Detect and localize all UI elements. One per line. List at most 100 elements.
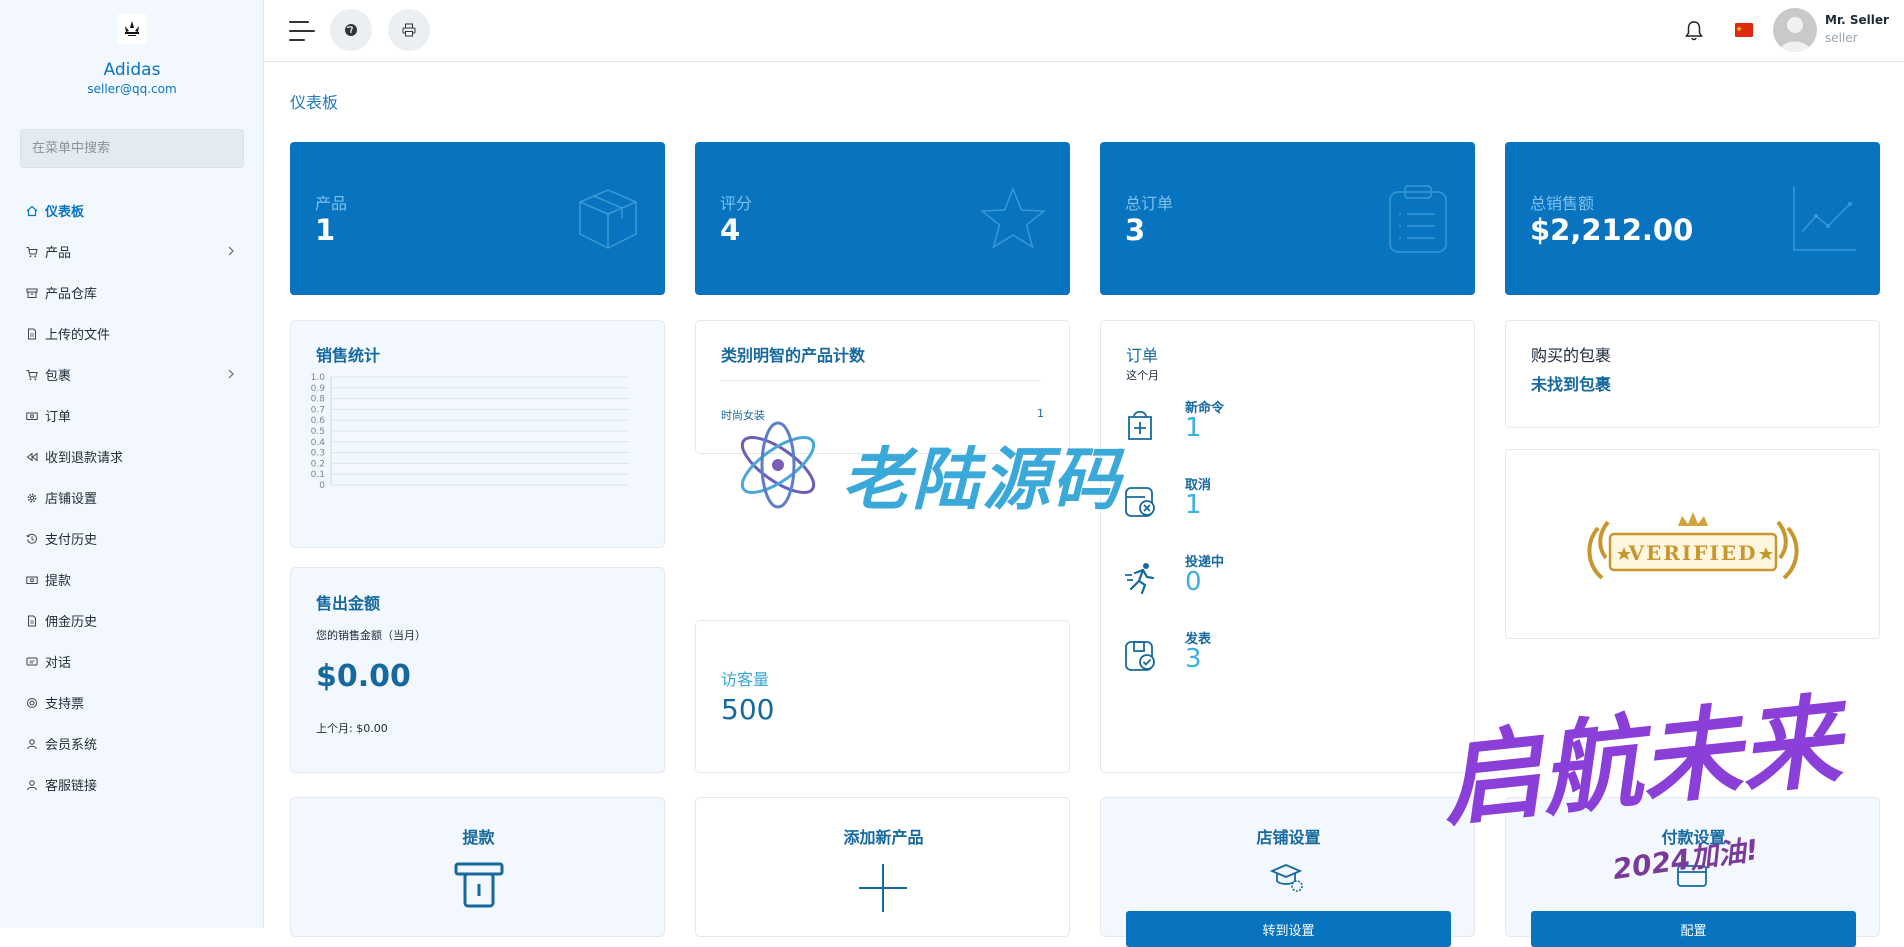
sidebar-item-label: 产品: [45, 246, 72, 261]
orders-subtitle: 这个月: [1126, 369, 1159, 382]
china-flag-icon[interactable]: [1735, 23, 1753, 37]
user-name: Mr. Seller: [1825, 13, 1889, 27]
sidebar-item-withdraw[interactable]: 提款: [0, 559, 264, 600]
chart-line-icon: [1793, 186, 1856, 251]
purchased-package-panel: 购买的包裹 未找到包裹: [1505, 320, 1880, 428]
shop-gear-icon: [1270, 864, 1303, 892]
sidebar-nav: 仪表板 产品 产品仓库 上传的文件 包裹 订单 收到退款请求 店铺设置 支付历史…: [0, 190, 264, 805]
sidebar-item-label: 支付历史: [45, 533, 98, 548]
orders-panel: 订单 这个月 新命令 1 取消 1 投递中 0 发表 3: [1100, 320, 1475, 773]
visitors-label: 访客量: [721, 670, 770, 689]
sidebar-item-label: 对话: [45, 656, 72, 671]
visitors-panel: 访客量 500: [695, 620, 1070, 773]
chart-y-tick-label: 0.8: [311, 395, 326, 405]
user-role: seller: [1825, 31, 1858, 45]
chart-y-tick-label: 1.0: [311, 373, 326, 383]
sidebar-item-support-tickets[interactable]: 支持票: [0, 682, 264, 723]
star-icon: [979, 187, 1047, 249]
sidebar-item-product-warehouse[interactable]: 产品仓库: [0, 272, 264, 313]
divider: [721, 380, 1041, 381]
stat-value: 4: [720, 213, 741, 247]
cart-icon: [26, 246, 38, 258]
no-package-text: 未找到包裹: [1531, 375, 1612, 394]
user-icon: [26, 738, 38, 750]
sidebar-item-label: 产品仓库: [45, 287, 98, 302]
sidebar-item-shop-settings[interactable]: 店铺设置: [0, 477, 264, 518]
stat-card-total-sales[interactable]: 总销售额 $2,212.00: [1505, 142, 1880, 295]
file-icon: [26, 615, 38, 627]
page-title: 仪表板: [290, 93, 339, 112]
sidebar: Adidas seller@qq.com 仪表板 产品 产品仓库 上传的文件 包…: [0, 0, 264, 928]
sidebar-item-orders[interactable]: 订单: [0, 395, 264, 436]
cart-icon: [26, 369, 38, 381]
user-avatar-icon: [1779, 17, 1811, 52]
quick-card-shop-settings[interactable]: 店铺设置 转到设置: [1100, 797, 1475, 947]
support-icon: [26, 697, 38, 709]
brand-logo[interactable]: [117, 14, 147, 44]
verified-badge-icon: VERIFIED: [1587, 512, 1799, 580]
atom-logo-icon: [740, 421, 816, 509]
order-item-delivered[interactable]: 发表 3: [1123, 628, 1323, 688]
chart-y-tick-label: 0.5: [311, 427, 325, 437]
brand-email: seller@qq.com: [87, 82, 177, 96]
stat-label: 评分: [720, 194, 753, 213]
panel-title: 类别明智的产品计数: [721, 346, 866, 365]
quick-card-add-product[interactable]: 添加新产品: [695, 797, 1070, 937]
sidebar-item-dashboard[interactable]: 仪表板: [0, 190, 264, 231]
bag-plus-icon: [1128, 410, 1152, 440]
stat-label: 总销售额: [1530, 194, 1595, 213]
menu-toggle-icon[interactable]: [288, 18, 316, 44]
home-icon: [26, 205, 38, 217]
sidebar-item-customer-service[interactable]: 客服链接: [0, 764, 264, 805]
sidebar-item-packages[interactable]: 包裹: [0, 354, 264, 395]
quick-card-title: 店铺设置: [1256, 828, 1321, 847]
money-icon: [26, 410, 38, 422]
sidebar-item-commission-history[interactable]: 佣金历史: [0, 600, 264, 641]
print-button[interactable]: [388, 9, 430, 51]
user-icon: [26, 779, 38, 791]
order-item-new[interactable]: 新命令 1: [1123, 397, 1323, 457]
topbar: Mr. Seller seller: [264, 0, 1904, 62]
order-item-value: 1: [1185, 490, 1202, 520]
brand-name: Adidas: [103, 60, 161, 80]
stat-value: 3: [1125, 213, 1146, 247]
configure-payment-button[interactable]: 配置: [1531, 911, 1856, 947]
sidebar-item-payment-history[interactable]: 支付历史: [0, 518, 264, 559]
bell-icon[interactable]: [1684, 20, 1704, 42]
order-item-value: 3: [1185, 644, 1202, 674]
button-label: 配置: [1680, 924, 1707, 939]
stat-card-products[interactable]: 产品 1: [290, 142, 665, 295]
order-item-delivering[interactable]: 投递中 0: [1123, 551, 1323, 611]
sidebar-item-conversations[interactable]: 对话: [0, 641, 264, 682]
quick-card-withdraw[interactable]: 提款: [290, 797, 665, 937]
order-item-cancelled[interactable]: 取消 1: [1123, 474, 1323, 534]
sidebar-item-products[interactable]: 产品: [0, 231, 264, 272]
stat-card-rating[interactable]: 评分 4: [695, 142, 1070, 295]
stat-value: $2,212.00: [1530, 213, 1694, 247]
globe-button[interactable]: [330, 9, 372, 51]
avatar[interactable]: [1773, 8, 1817, 52]
globe-icon: [345, 24, 357, 36]
chart-y-tick-label: 0.6: [311, 416, 326, 426]
running-icon: [1125, 563, 1155, 595]
sidebar-item-label: 佣金历史: [45, 615, 98, 630]
menu-search-input[interactable]: [20, 129, 244, 168]
stat-label: 产品: [315, 194, 348, 213]
watermark-logo-text: 老陆源码: [842, 441, 1123, 520]
sold-amount-value: $0.00: [316, 659, 411, 694]
sidebar-item-label: 收到退款请求: [45, 451, 124, 466]
stat-card-total-orders[interactable]: 总订单 3: [1100, 142, 1475, 295]
chevron-right-icon: [228, 246, 234, 256]
chart-y-tick-label: 0.7: [311, 405, 325, 415]
sidebar-item-uploaded-files[interactable]: 上传的文件: [0, 313, 264, 354]
go-to-settings-button[interactable]: 转到设置: [1126, 911, 1451, 947]
sidebar-item-membership[interactable]: 会员系统: [0, 723, 264, 764]
quick-card-title: 添加新产品: [843, 828, 924, 847]
category-count: 1: [1037, 407, 1044, 420]
withdraw-icon: [454, 862, 504, 908]
clipboard-icon: [1389, 185, 1447, 253]
panel-title: 销售统计: [316, 346, 381, 365]
sidebar-item-label: 客服链接: [45, 779, 98, 794]
panel-title: 售出金额: [316, 594, 381, 613]
sidebar-item-refund-requests[interactable]: 收到退款请求: [0, 436, 264, 477]
